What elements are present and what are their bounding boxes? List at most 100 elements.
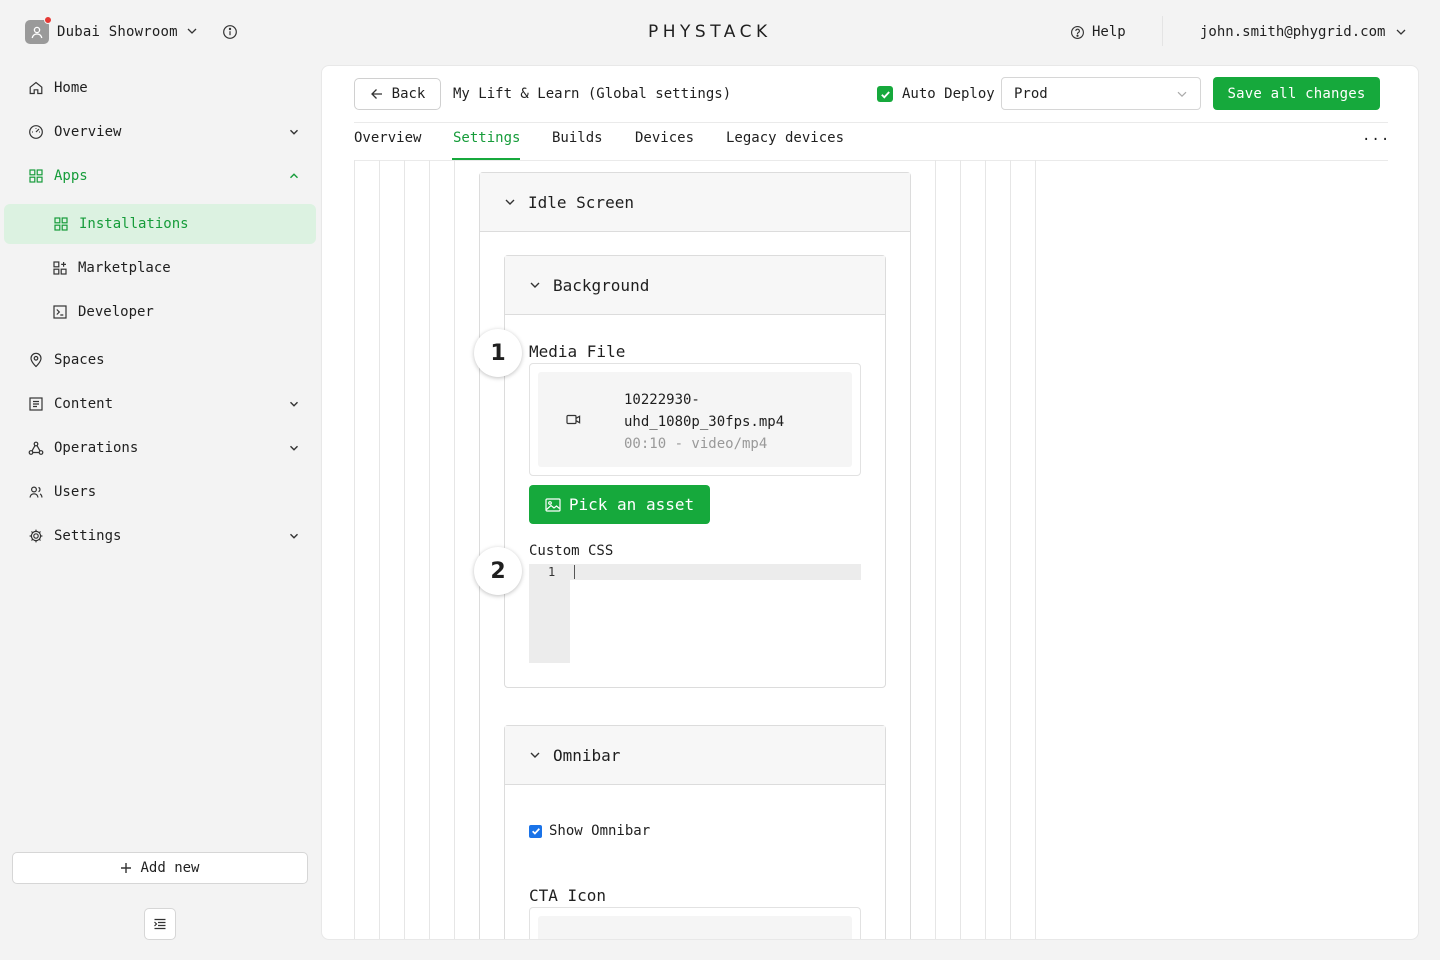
nesting-guide xyxy=(985,160,986,939)
add-new-label: Add new xyxy=(140,860,200,876)
sidebar-item-marketplace[interactable]: Marketplace xyxy=(52,248,300,288)
more-options-button[interactable]: ... xyxy=(1362,128,1390,144)
media-file-preview: 10222930- uhd_1080p_30fps.mp4 00:10 - vi… xyxy=(538,372,852,467)
tab-legacy-devices[interactable]: Legacy devices xyxy=(726,130,844,146)
grid-icon xyxy=(28,168,44,184)
nesting-guide xyxy=(1035,160,1036,939)
nesting-guide xyxy=(454,160,455,939)
chevron-down-icon xyxy=(529,279,541,291)
checkbox-checked-icon[interactable] xyxy=(877,86,893,102)
help-button[interactable]: Help xyxy=(1070,24,1126,40)
tab-devices[interactable]: Devices xyxy=(635,130,694,146)
list-indent-icon xyxy=(153,917,167,931)
sidebar-item-label: Spaces xyxy=(54,352,105,368)
code-line-number: 1 xyxy=(548,565,556,579)
sidebar-item-spaces[interactable]: Spaces xyxy=(28,340,300,380)
sidebar-item-operations[interactable]: Operations xyxy=(28,428,300,468)
chevron-down-icon[interactable] xyxy=(186,25,198,37)
header-divider xyxy=(354,122,1388,123)
omnibar-title: Omnibar xyxy=(553,745,621,765)
chevron-down-icon xyxy=(529,749,541,761)
chevron-down-icon xyxy=(1176,88,1188,100)
sidebar-item-users[interactable]: Users xyxy=(28,472,300,512)
collapse-sidebar-button[interactable] xyxy=(144,908,176,940)
sidebar-item-label: Settings xyxy=(54,528,122,544)
pick-asset-button[interactable]: Pick an asset xyxy=(529,485,710,524)
document-icon xyxy=(28,396,44,412)
workspace-name[interactable]: Dubai Showroom xyxy=(57,24,178,40)
idle-screen-header[interactable]: Idle Screen xyxy=(480,173,910,232)
idle-screen-title: Idle Screen xyxy=(528,192,634,212)
media-file-name-line2: uhd_1080p_30fps.mp4 xyxy=(624,414,785,430)
chevron-down-icon xyxy=(504,196,516,208)
text-cursor xyxy=(574,565,575,579)
grid-plus-icon xyxy=(52,260,68,276)
chevron-down-icon xyxy=(288,126,300,138)
sidebar-item-label: Apps xyxy=(54,168,88,184)
pick-asset-label: Pick an asset xyxy=(568,495,695,514)
sidebar-item-installations[interactable]: Installations xyxy=(4,204,316,244)
sidebar-item-apps[interactable]: Apps xyxy=(28,156,300,196)
terminal-icon xyxy=(52,304,68,320)
sidebar-item-content[interactable]: Content xyxy=(28,384,300,424)
sidebar-item-developer[interactable]: Developer xyxy=(52,292,300,332)
environment-select[interactable]: Prod xyxy=(1001,77,1201,110)
media-file-card[interactable]: 10222930- uhd_1080p_30fps.mp4 00:10 - vi… xyxy=(529,363,861,476)
help-label: Help xyxy=(1092,24,1126,40)
show-omnibar-checkbox[interactable]: Show Omnibar xyxy=(529,823,650,839)
nesting-guide xyxy=(429,160,430,939)
step-badge-1: 1 xyxy=(474,329,522,377)
environment-value: Prod xyxy=(1014,85,1048,102)
map-pin-icon xyxy=(28,352,44,368)
info-icon[interactable] xyxy=(222,24,238,40)
arrow-left-icon xyxy=(370,87,384,101)
nesting-guide xyxy=(935,160,936,939)
nesting-guide xyxy=(960,160,961,939)
custom-css-label: Custom CSS xyxy=(529,543,614,559)
header-divider xyxy=(1162,16,1163,46)
sidebar-item-label: Home xyxy=(54,80,88,96)
help-icon xyxy=(1070,25,1085,40)
auto-deploy-label: Auto Deploy xyxy=(902,86,995,102)
network-icon xyxy=(28,440,44,456)
sidebar-item-label: Users xyxy=(54,484,97,500)
users-icon xyxy=(28,484,44,500)
notification-dot xyxy=(44,16,52,24)
tab-settings[interactable]: Settings xyxy=(453,130,520,146)
sidebar-item-overview[interactable]: Overview xyxy=(28,112,300,152)
chevron-down-icon xyxy=(288,442,300,454)
back-label: Back xyxy=(391,86,426,102)
sidebar-item-label: Content xyxy=(54,396,114,412)
tabs-divider xyxy=(354,160,1388,161)
sidebar-item-home[interactable]: Home xyxy=(28,68,300,108)
save-all-changes-button[interactable]: Save all changes xyxy=(1213,77,1380,110)
chevron-down-icon xyxy=(288,530,300,542)
cta-icon-card[interactable] xyxy=(529,907,861,939)
brand-logo: PHYSTACK xyxy=(648,22,772,42)
chevron-up-icon xyxy=(288,170,300,182)
plus-icon xyxy=(120,862,132,874)
media-file-label: Media File xyxy=(529,342,626,361)
back-button[interactable]: Back xyxy=(354,78,441,110)
sidebar-item-label: Installations xyxy=(79,216,189,232)
step-badge-2: 2 xyxy=(474,547,522,595)
chevron-down-icon xyxy=(288,398,300,410)
code-editor-line[interactable] xyxy=(570,564,861,580)
tab-overview[interactable]: Overview xyxy=(354,130,421,146)
user-menu[interactable]: john.smith@phygrid.com xyxy=(1200,24,1407,40)
add-new-button[interactable]: Add new xyxy=(12,852,308,884)
sidebar-item-label: Overview xyxy=(54,124,122,140)
nesting-guide xyxy=(1010,160,1011,939)
nesting-guide xyxy=(404,160,405,939)
sidebar-item-settings[interactable]: Settings xyxy=(28,516,300,556)
cta-icon-preview xyxy=(538,916,852,939)
checkbox-checked-icon[interactable] xyxy=(529,824,542,838)
main-panel: Back My Lift & Learn (Global settings) A… xyxy=(321,65,1419,940)
chevron-down-icon xyxy=(1395,26,1407,38)
sidebar-item-label: Operations xyxy=(54,440,139,456)
omnibar-header[interactable]: Omnibar xyxy=(505,726,885,785)
show-omnibar-label: Show Omnibar xyxy=(549,823,651,839)
tab-builds[interactable]: Builds xyxy=(552,130,603,146)
auto-deploy-toggle[interactable]: Auto Deploy xyxy=(877,86,995,102)
background-header[interactable]: Background xyxy=(505,256,885,315)
